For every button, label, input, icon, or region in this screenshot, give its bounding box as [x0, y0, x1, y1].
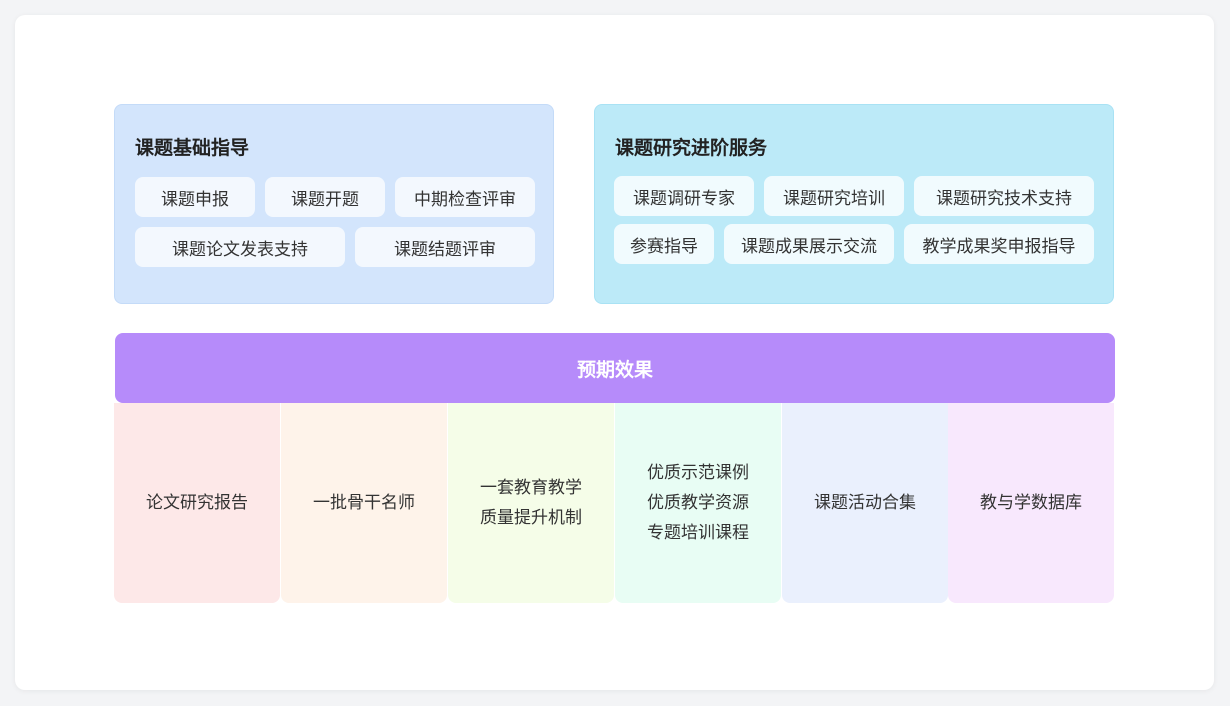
basic-guidance-panel: 课题基础指导 课题申报 课题开题 中期检查评审 课题论文发表支持 课题结题评审 — [114, 104, 554, 304]
outcome-line: 课题活动合集 — [814, 493, 916, 513]
chip-adv-0[interactable]: 课题调研专家 — [614, 176, 754, 216]
outcome-line: 论文研究报告 — [146, 493, 248, 513]
chip-basic-4[interactable]: 课题结题评审 — [355, 227, 535, 267]
outcome-line: 质量提升机制 — [480, 508, 582, 528]
expected-effect-header: 预期效果 — [115, 333, 1115, 403]
outcome-line: 优质示范课例 — [647, 463, 749, 483]
outcome-0: 论文研究报告 — [114, 403, 280, 603]
outcome-5: 教与学数据库 — [948, 403, 1114, 603]
chip-basic-0[interactable]: 课题申报 — [135, 177, 255, 217]
chip-adv-3[interactable]: 参赛指导 — [614, 224, 714, 264]
chip-adv-2[interactable]: 课题研究技术支持 — [914, 176, 1094, 216]
advanced-service-panel: 课题研究进阶服务 课题调研专家 课题研究培训 课题研究技术支持 参赛指导 课题成… — [594, 104, 1114, 304]
chip-adv-4[interactable]: 课题成果展示交流 — [724, 224, 894, 264]
chip-adv-1[interactable]: 课题研究培训 — [764, 176, 904, 216]
chip-adv-5[interactable]: 教学成果奖申报指导 — [904, 224, 1094, 264]
chip-basic-1[interactable]: 课题开题 — [265, 177, 385, 217]
outcome-line: 一批骨干名师 — [313, 493, 415, 513]
basic-guidance-title: 课题基础指导 — [135, 137, 250, 159]
chip-basic-2[interactable]: 中期检查评审 — [395, 177, 535, 217]
outcome-line: 专题培训课程 — [647, 523, 749, 543]
outcome-4: 课题活动合集 — [782, 403, 948, 603]
outcome-1: 一批骨干名师 — [281, 403, 447, 603]
outcome-3: 优质示范课例 优质教学资源 专题培训课程 — [615, 403, 781, 603]
chip-basic-3[interactable]: 课题论文发表支持 — [135, 227, 345, 267]
outcome-2: 一套教育教学 质量提升机制 — [448, 403, 614, 603]
outcome-line: 一套教育教学 — [480, 478, 582, 498]
advanced-service-title: 课题研究进阶服务 — [615, 137, 768, 159]
outcome-line: 教与学数据库 — [980, 493, 1082, 513]
outcome-line: 优质教学资源 — [647, 493, 749, 513]
expected-effect-title: 预期效果 — [576, 358, 653, 381]
outcomes-row: 论文研究报告 一批骨干名师 一套教育教学 质量提升机制 优质示范课例 优质教学资… — [114, 403, 1114, 603]
